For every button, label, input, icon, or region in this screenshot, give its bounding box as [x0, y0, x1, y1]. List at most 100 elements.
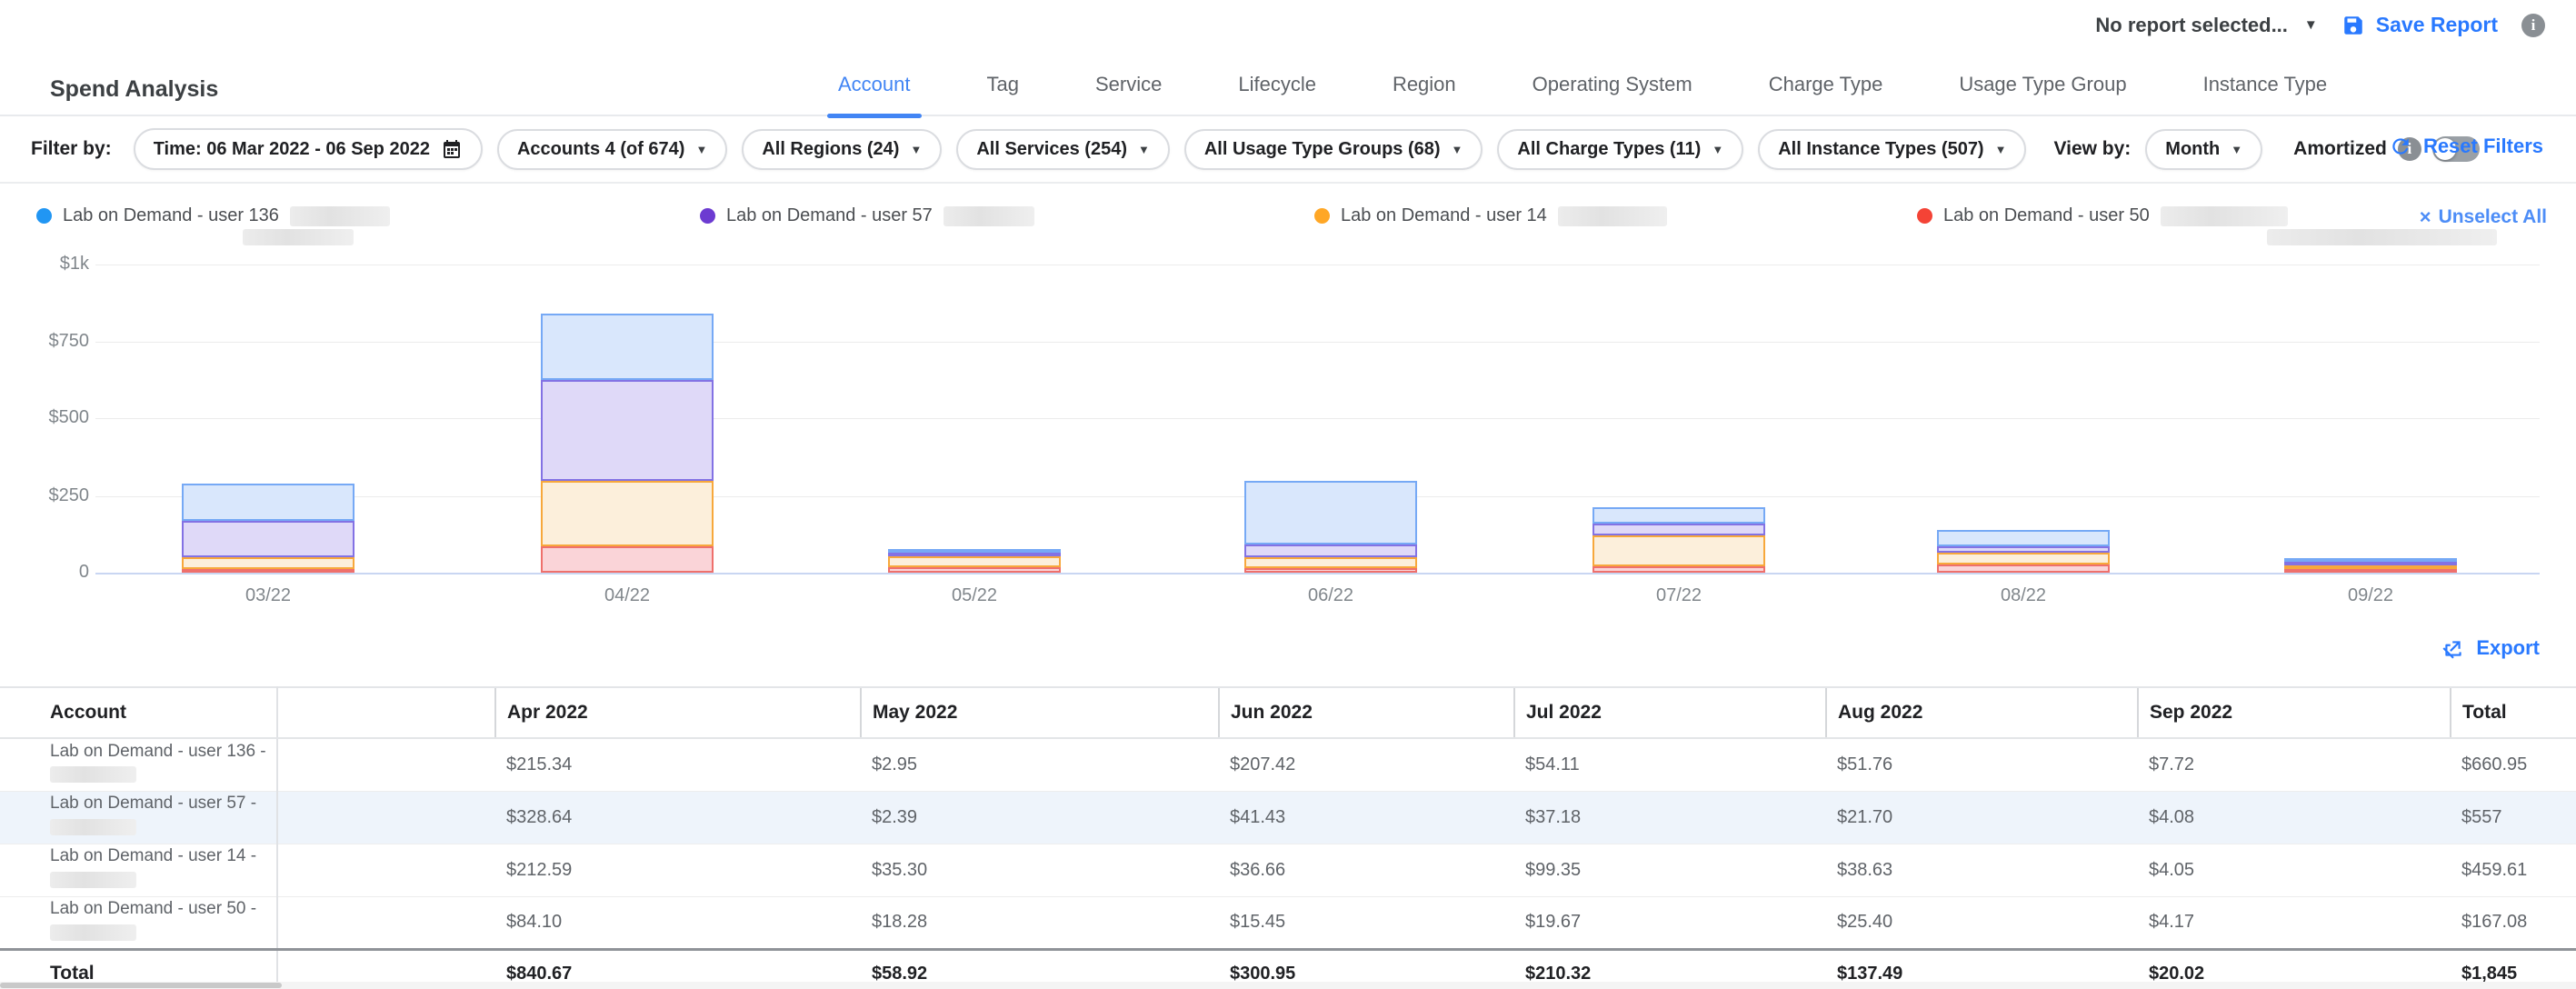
calendar-icon: [441, 138, 463, 160]
bar-segment: [1937, 530, 2110, 546]
redacted-text: [243, 229, 354, 245]
amortized-label: Amortized: [2293, 138, 2387, 160]
value-cell: $557: [2451, 791, 2576, 844]
tab-bar: AccountTagServiceLifecycleRegionOperatin…: [800, 53, 2365, 116]
bar-segment: [182, 557, 354, 569]
bar-segment: [888, 567, 1061, 573]
redacted-text: [944, 206, 1034, 226]
spacer-cell: [277, 738, 495, 791]
export-icon: [2441, 636, 2465, 660]
report-selector-dropdown[interactable]: No report selected... ▼: [2095, 14, 2317, 37]
chevron-down-icon: ▼: [1138, 143, 1150, 156]
legend-item-50[interactable]: Lab on Demand - user 50: [1917, 205, 2288, 226]
filter-bar: Filter by: Time: 06 Mar 2022 - 06 Sep 20…: [0, 116, 2576, 184]
tab-operating-system[interactable]: Operating System: [1494, 53, 1731, 116]
bar-08-22[interactable]: [1937, 530, 2110, 573]
view-by-label: View by:: [2053, 138, 2131, 160]
tab-tag[interactable]: Tag: [949, 53, 1057, 116]
bar-segment: [1593, 535, 1765, 566]
tab-region[interactable]: Region: [1354, 53, 1494, 116]
filter-pill-all-charge-types-11-[interactable]: All Charge Types (11)▼: [1497, 129, 1743, 170]
scrollbar-thumb[interactable]: [0, 983, 282, 988]
tab-usage-type-group[interactable]: Usage Type Group: [1921, 53, 2164, 116]
value-cell: $7.72: [2138, 738, 2451, 791]
filter-pill-all-instance-types-507-[interactable]: All Instance Types (507)▼: [1758, 129, 2026, 170]
value-cell: $36.66: [1219, 844, 1514, 896]
value-cell: $37.18: [1514, 791, 1826, 844]
filter-pill-label: All Charge Types (11): [1517, 139, 1701, 160]
chevron-down-icon: ▼: [695, 143, 707, 156]
column-header-may-2022: May 2022: [861, 687, 1219, 738]
x-axis-tick: 09/22: [2284, 585, 2457, 606]
gridline: [95, 573, 2540, 574]
chevron-down-icon: ▼: [2304, 17, 2318, 33]
legend-item-label: Lab on Demand - user 14: [1341, 205, 1547, 226]
filter-pill-all-usage-type-groups-68-[interactable]: All Usage Type Groups (68)▼: [1184, 129, 1483, 170]
redacted-text: [50, 924, 136, 941]
bar-04-22[interactable]: [541, 314, 714, 573]
column-header-account: Account: [0, 687, 277, 738]
legend-dot-icon: [1917, 208, 1932, 224]
legend-item-label: Lab on Demand - user 57: [726, 205, 933, 226]
value-cell: $35.30: [861, 844, 1219, 896]
save-report-button[interactable]: Save Report: [2341, 13, 2498, 37]
column-header-total: Total: [2451, 687, 2576, 738]
bar-06-22[interactable]: [1244, 481, 1417, 573]
view-by-dropdown[interactable]: Month ▼: [2145, 129, 2262, 170]
bar-segment: [541, 546, 714, 573]
spacer-cell: [277, 791, 495, 844]
redacted-text: [2161, 206, 2288, 226]
unselect-all-button[interactable]: × Unselect All: [2420, 205, 2547, 229]
filter-pills: Accounts 4 (of 674)▼ All Regions (24)▼ All…: [497, 129, 2027, 170]
tab-service[interactable]: Service: [1057, 53, 1200, 116]
filter-pill-all-services-254-[interactable]: All Services (254)▼: [956, 129, 1170, 170]
spend-analysis-page: No report selected... ▼ Save Report i Sp…: [0, 0, 2576, 989]
legend-dot-icon: [700, 208, 715, 224]
column-header-jun-2022: Jun 2022: [1219, 687, 1514, 738]
legend-item-14[interactable]: Lab on Demand - user 14: [1314, 205, 1667, 226]
chevron-down-icon: ▼: [1452, 143, 1463, 156]
value-cell: $41.43: [1219, 791, 1514, 844]
info-icon[interactable]: i: [2521, 14, 2545, 37]
bar-07-22[interactable]: [1593, 507, 1765, 573]
bar-segment: [541, 481, 714, 546]
table-header-row: AccountApr 2022May 2022Jun 2022Jul 2022A…: [0, 687, 2576, 738]
tab-instance-type[interactable]: Instance Type: [2165, 53, 2366, 116]
tab-account[interactable]: Account: [800, 53, 949, 116]
value-cell: $18.28: [861, 896, 1219, 949]
horizontal-scrollbar[interactable]: [0, 982, 2576, 989]
value-cell: $2.95: [861, 738, 1219, 791]
filter-pill-accounts-4-of-674-[interactable]: Accounts 4 (of 674)▼: [497, 129, 727, 170]
bar-segment: [1937, 564, 2110, 573]
reset-filters-button[interactable]: Reset Filters: [2389, 135, 2543, 158]
spend-bar-chart: $1k$750$500$250003/2204/2205/2206/2207/2…: [0, 253, 2576, 625]
legend-item-57[interactable]: Lab on Demand - user 57: [700, 205, 1034, 226]
legend-item-label: Lab on Demand - user 50: [1943, 205, 2150, 226]
x-axis-tick: 04/22: [541, 585, 714, 606]
bar-segment: [888, 556, 1061, 567]
value-cell: $4.17: [2138, 896, 2451, 949]
bar-segment: [1593, 524, 1765, 535]
filter-pill-all-regions-24-[interactable]: All Regions (24)▼: [742, 129, 942, 170]
value-cell: $4.05: [2138, 844, 2451, 896]
spacer-cell: [277, 896, 495, 949]
bar-09-22[interactable]: [2284, 558, 2457, 573]
value-cell: $328.64: [495, 791, 861, 844]
time-filter-pill[interactable]: Time: 06 Mar 2022 - 06 Sep 2022: [134, 128, 483, 170]
close-icon: ×: [2420, 205, 2431, 229]
column-header-sep-2022: Sep 2022: [2138, 687, 2451, 738]
export-button[interactable]: Export: [2441, 636, 2540, 660]
chevron-down-icon: ▼: [910, 143, 922, 156]
title-bar: Spend Analysis AccountTagServiceLifecycl…: [0, 53, 2576, 116]
chevron-down-icon: ▼: [2231, 143, 2242, 156]
tab-charge-type[interactable]: Charge Type: [1731, 53, 1922, 116]
redacted-text: [1558, 206, 1667, 226]
export-label: Export: [2476, 636, 2540, 660]
bar-05-22[interactable]: [888, 549, 1061, 573]
redacted-text: [2267, 229, 2497, 245]
bar-segment: [182, 521, 354, 557]
bar-03-22[interactable]: [182, 484, 354, 573]
legend-item-136[interactable]: Lab on Demand - user 136: [36, 205, 390, 226]
legend-item-label: Lab on Demand - user 136: [63, 205, 279, 226]
tab-lifecycle[interactable]: Lifecycle: [1200, 53, 1354, 116]
